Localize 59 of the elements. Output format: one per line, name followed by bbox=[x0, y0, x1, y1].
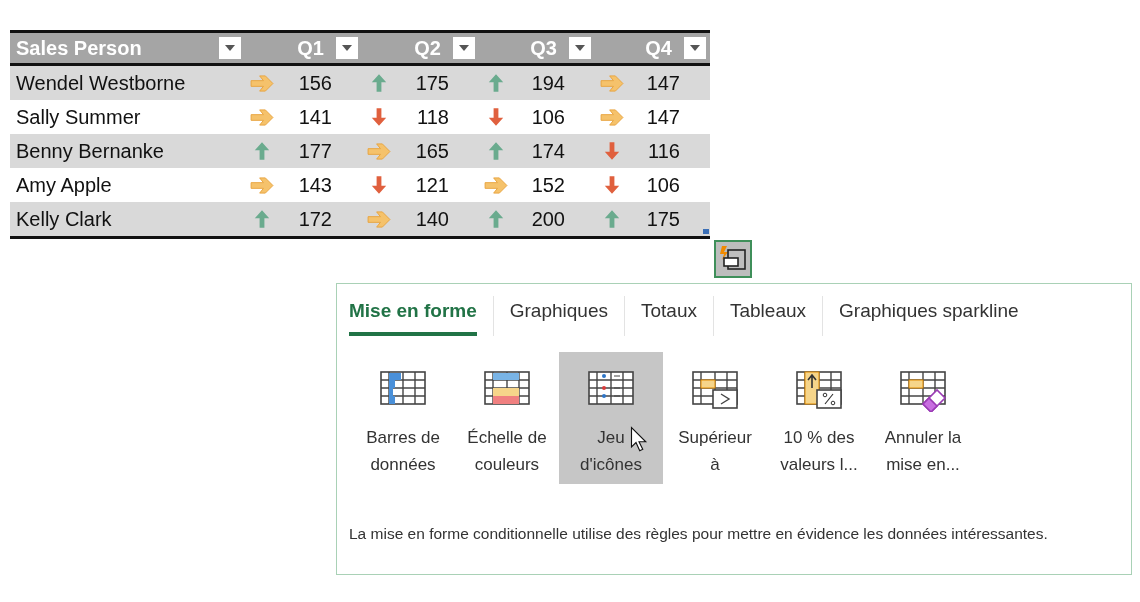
filter-dropdown-button[interactable] bbox=[219, 37, 241, 59]
caret-icon bbox=[575, 45, 585, 51]
table-cell: 200 bbox=[531, 207, 565, 231]
option-button[interactable]: Barres de données bbox=[351, 352, 455, 484]
table-cell: 177 bbox=[298, 139, 332, 163]
table-cell-text: Amy Apple bbox=[15, 173, 113, 197]
quick-analysis-button[interactable] bbox=[714, 240, 752, 278]
table-cell-text: Sally Summer bbox=[15, 105, 142, 129]
option-button[interactable]: Supérieur à bbox=[663, 352, 767, 484]
table-cell-text: Kelly Clark bbox=[15, 207, 113, 231]
option-button[interactable]: 10 % des valeurs l... bbox=[767, 352, 871, 484]
caret-icon bbox=[342, 45, 352, 51]
filter-dropdown-button[interactable] bbox=[569, 37, 591, 59]
tab[interactable]: Graphiques bbox=[509, 296, 608, 336]
column-header: Q2 bbox=[414, 36, 441, 60]
table-cell: 118 bbox=[417, 105, 449, 129]
table-cell: 147 bbox=[646, 71, 680, 95]
top-percent-icon bbox=[794, 368, 844, 412]
table-cell: 175 bbox=[646, 207, 680, 231]
table-cell: 147 bbox=[646, 105, 680, 129]
column-header: Q3 bbox=[530, 36, 557, 60]
quick-analysis-icon bbox=[719, 245, 747, 273]
tab[interactable]: Graphiques sparkline bbox=[839, 296, 1019, 336]
eraser-table-icon bbox=[898, 368, 948, 412]
tab[interactable]: Mise en forme bbox=[349, 296, 477, 336]
filter-dropdown-button[interactable] bbox=[453, 37, 475, 59]
greater-than-icon bbox=[690, 368, 740, 412]
description-text: La mise en forme conditionnelle utilise des règles pour mettre en évidence les données intéressantes. bbox=[349, 524, 1049, 544]
table-cell: 172 bbox=[298, 207, 332, 231]
resize-handle[interactable] bbox=[703, 229, 709, 234]
option-button[interactable]: Échelle de couleurs bbox=[455, 352, 559, 484]
table-cell: 194 bbox=[531, 71, 565, 95]
caret-icon bbox=[690, 45, 700, 51]
table-cell: 156 bbox=[298, 71, 332, 95]
table-cell: 175 bbox=[415, 71, 449, 95]
table-cell: 141 bbox=[298, 105, 332, 129]
column-header: Q1 bbox=[297, 36, 324, 60]
table-cell: 174 bbox=[531, 139, 565, 163]
table-cell: 140 bbox=[415, 207, 449, 231]
table-cell: 165 bbox=[415, 139, 449, 163]
filter-dropdown-button[interactable] bbox=[684, 37, 706, 59]
caret-icon bbox=[225, 45, 235, 51]
option-button[interactable]: Annuler la mise en... bbox=[871, 352, 975, 484]
tab[interactable]: Tableaux bbox=[730, 296, 807, 336]
option-button[interactable]: Jeu d'icônes bbox=[559, 352, 663, 484]
cursor-icon bbox=[630, 426, 648, 453]
column-header: Sales Person bbox=[16, 36, 143, 60]
tab[interactable]: Totaux bbox=[641, 296, 697, 336]
caret-icon bbox=[459, 45, 469, 51]
table-cell: 143 bbox=[298, 173, 332, 197]
table-cell-text: Benny Bernanke bbox=[15, 139, 165, 163]
table-cell-text: Wendel Westborne bbox=[15, 71, 187, 95]
table-cell: 116 bbox=[648, 139, 680, 163]
filter-dropdown-button[interactable] bbox=[336, 37, 358, 59]
table-cell: 152 bbox=[531, 173, 565, 197]
table-cell: 121 bbox=[415, 173, 449, 197]
table-cell: 106 bbox=[531, 105, 565, 129]
table-cell: 106 bbox=[646, 173, 680, 197]
column-header: Q4 bbox=[645, 36, 672, 60]
